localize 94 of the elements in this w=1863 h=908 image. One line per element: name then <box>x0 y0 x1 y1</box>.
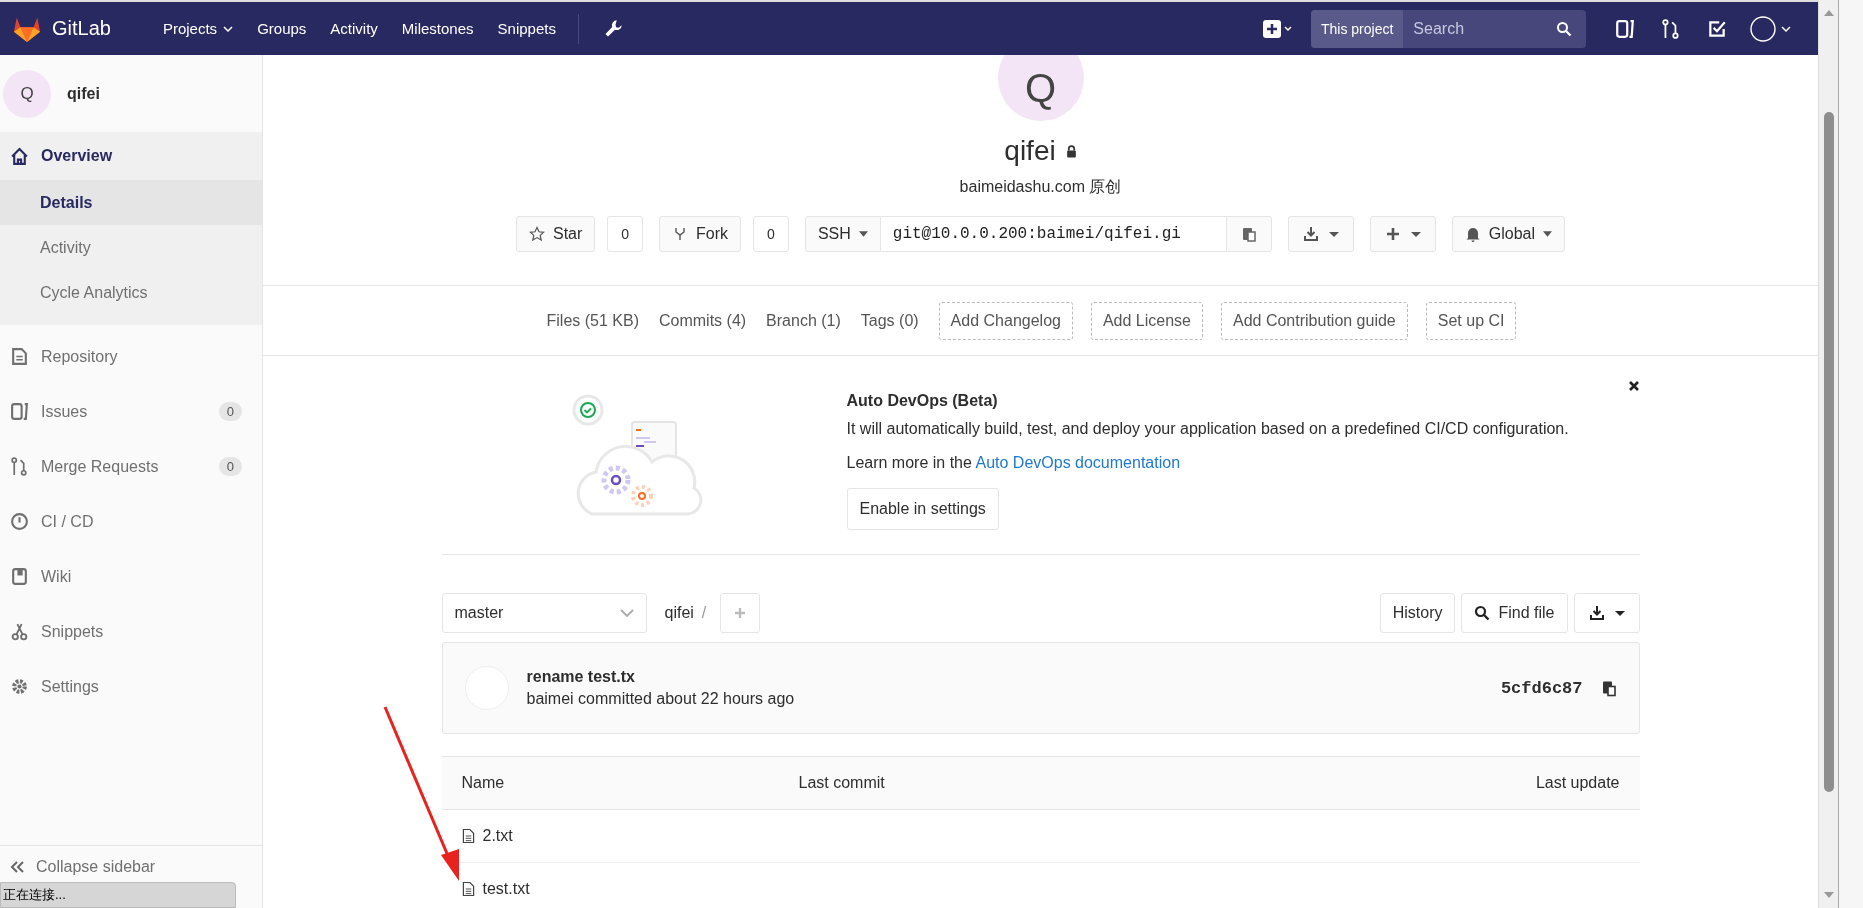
download-dropdown[interactable] <box>1573 593 1640 633</box>
project-title: qifei <box>1004 135 1056 167</box>
add-action-button[interactable]: Add Changelog <box>938 301 1073 340</box>
clone-url-field[interactable]: git@10.0.0.200:baimei/qifei.gi <box>880 216 1226 252</box>
caret-icon <box>858 231 868 237</box>
download-dropdown[interactable] <box>1287 216 1354 252</box>
home-icon <box>10 146 29 166</box>
stat-link[interactable]: Tags (0) <box>860 311 919 330</box>
count-badge: 0 <box>218 402 242 421</box>
vertical-scrollbar[interactable] <box>1818 0 1838 908</box>
project-avatar: Q <box>997 55 1084 121</box>
file-icon <box>461 828 475 844</box>
sidebar-subitem[interactable]: Details <box>0 180 262 225</box>
document-icon <box>10 347 29 366</box>
branch-dropdown[interactable]: master <box>441 593 647 633</box>
scrollbar-thumb[interactable] <box>1823 112 1834 792</box>
add-action-button[interactable]: Set up CI <box>1425 301 1517 340</box>
history-button[interactable]: History <box>1379 593 1456 633</box>
stat-link[interactable]: Branch (1) <box>766 311 841 330</box>
search-field[interactable]: This project Search <box>1311 9 1586 48</box>
notification-dropdown[interactable]: Global <box>1451 216 1566 252</box>
download-caret-icon <box>1302 226 1339 242</box>
file-link[interactable]: 2.txt <box>461 827 513 845</box>
chevron-down-icon <box>619 609 634 617</box>
project-description: baimeidashu.com 原创 <box>959 177 1122 197</box>
nav-link[interactable]: Groups <box>257 20 307 37</box>
file-icon <box>461 881 475 897</box>
column-header: Name <box>461 774 506 792</box>
add-action-button[interactable]: Add License <box>1090 301 1203 340</box>
double-chevron-icon <box>10 860 26 874</box>
project-name[interactable]: qifei <box>67 84 100 103</box>
star-icon <box>528 226 545 242</box>
fork-count[interactable]: 0 <box>753 216 789 252</box>
copy-button[interactable] <box>1225 216 1272 252</box>
gauge-icon <box>10 512 29 531</box>
caret-icon <box>1543 231 1553 237</box>
book-icon <box>10 567 29 586</box>
sidebar-item[interactable]: Snippets <box>0 604 262 659</box>
stat-link[interactable]: Files (51 KB) <box>546 311 639 330</box>
star-button[interactable]: Star <box>515 216 596 252</box>
column-header: Last commit <box>798 774 886 792</box>
download-caret-icon <box>1588 605 1625 621</box>
issues-icon[interactable] <box>1615 18 1635 39</box>
search-scope-button[interactable]: This project <box>1311 9 1404 48</box>
commit-sha[interactable]: 5cfd6c87 <box>1500 678 1583 698</box>
bell-icon <box>1464 226 1481 242</box>
sidebar-item[interactable]: Overview <box>0 132 262 180</box>
breadcrumb-link[interactable]: qifei <box>664 604 694 622</box>
sidebar-item[interactable]: CI / CD <box>0 494 262 549</box>
clipboard-icon <box>1240 226 1257 242</box>
documentation-link[interactable]: Auto DevOps documentation <box>975 454 1181 471</box>
banner-title: Auto DevOps (Beta) <box>846 392 999 410</box>
nav-link[interactable]: Activity <box>330 20 378 37</box>
banner-description: It will automatically build, test, and deploy your application based on a predefined CI/CD configuration. <box>846 420 1569 438</box>
plus-caret-icon <box>1384 226 1421 242</box>
file-link[interactable]: test.txt <box>461 880 530 898</box>
connection-status-toast: 正在连接... <box>0 882 236 908</box>
issues-icon <box>10 402 29 421</box>
sidebar-item[interactable]: Repository <box>0 329 262 384</box>
merge-request-icon <box>10 457 29 476</box>
column-header: Last update <box>1535 774 1620 792</box>
sidebar-subitem[interactable]: Activity <box>0 225 262 270</box>
nav-link[interactable]: Milestones <box>401 20 474 37</box>
commit-title[interactable]: rename test.tx <box>526 668 795 686</box>
todo-checkbox-icon[interactable] <box>1707 18 1727 39</box>
nav-link[interactable]: Snippets <box>497 20 556 37</box>
enable-settings-button[interactable]: Enable in settings <box>846 488 999 530</box>
user-avatar-menu-icon[interactable] <box>1750 15 1792 42</box>
find-file-button[interactable]: Find file <box>1461 593 1568 633</box>
scissors-icon <box>10 622 29 641</box>
learn-more-text: Learn more in the <box>846 454 972 471</box>
fork-button[interactable]: Fork <box>659 216 742 252</box>
sidebar-item[interactable]: Merge Requests 0 <box>0 439 262 494</box>
breadcrumb-separator: / <box>701 604 707 622</box>
add-action-button[interactable]: Add Contribution guide <box>1221 301 1408 340</box>
close-icon[interactable] <box>1627 380 1640 392</box>
gear-icon <box>10 677 29 696</box>
protocol-dropdown[interactable]: SSH <box>804 216 881 252</box>
nav-link[interactable]: Projects <box>162 20 234 37</box>
sidebar-subitem[interactable]: Cycle Analytics <box>0 270 262 315</box>
sidebar-item[interactable]: Issues 0 <box>0 384 262 439</box>
merge-request-icon[interactable] <box>1661 18 1681 39</box>
project-avatar[interactable]: Q <box>3 69 51 118</box>
count-badge: 0 <box>218 457 242 476</box>
logo-text[interactable]: GitLab <box>52 17 111 40</box>
sidebar-item[interactable]: Settings <box>0 659 262 714</box>
add-dropdown[interactable] <box>1369 216 1436 252</box>
star-count[interactable]: 0 <box>607 216 644 252</box>
clipboard-icon[interactable] <box>1600 679 1617 697</box>
stat-link[interactable]: Commits (4) <box>659 311 747 330</box>
search-icon <box>1474 605 1491 621</box>
commit-meta: baimei committed about 22 hours ago <box>526 690 795 708</box>
search-icon <box>1556 20 1572 37</box>
sidebar-item[interactable]: Wiki <box>0 549 262 604</box>
